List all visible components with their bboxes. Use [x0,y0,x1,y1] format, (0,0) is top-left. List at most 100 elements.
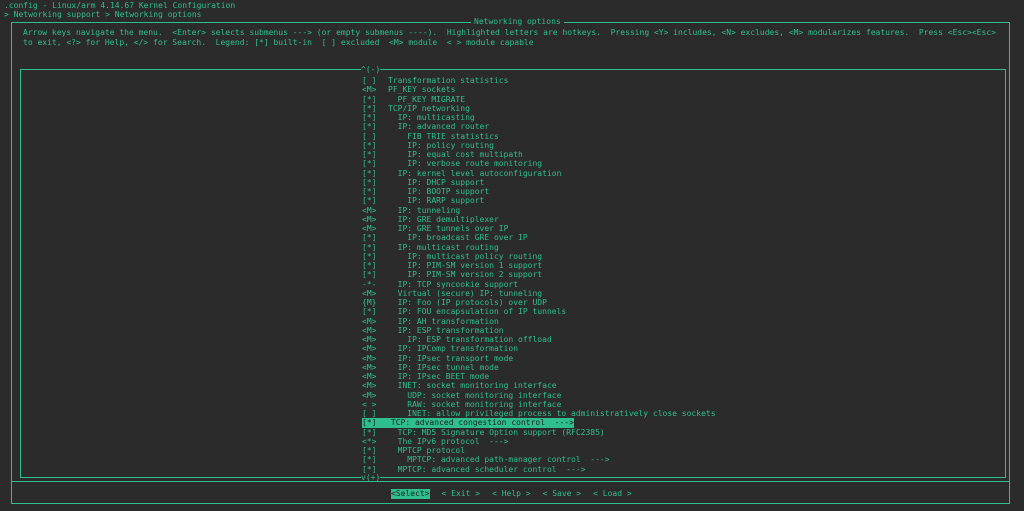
menu-item-state[interactable]: [*] [362,196,388,205]
exit-button[interactable]: < Exit > [442,489,481,499]
menu-item-state[interactable]: [*] [362,95,388,104]
menu-item-state[interactable]: <M> [362,391,388,400]
menu-item[interactable]: [*] IP: broadcast GRE over IP [362,233,1005,242]
menu-item-state[interactable]: [*] [362,455,388,464]
menu-item[interactable]: [*] TCP: MD5 Signature Option support (R… [362,428,1005,437]
menu-item[interactable]: [*] IP: equal cost multipath [362,150,1005,159]
menu-item[interactable]: [*] IP: multicast routing [362,243,1005,252]
menu-item-state[interactable]: <M> [362,381,388,390]
menu-item[interactable]: [*] IP: FOU encapsulation of IP tunnels [362,307,1005,316]
menu-item-state[interactable]: [ ] [362,132,388,141]
menu-item-state[interactable]: [*] [362,428,388,437]
menu-item-state[interactable]: <M> [362,372,388,381]
menu-item-state[interactable]: [*] [362,122,388,131]
menu-item[interactable]: [*] IP: verbose route monitoring [362,159,1005,168]
menu-item[interactable]: [ ] Transformation statistics [362,76,1005,85]
menu-item[interactable]: <M> IP: IPsec BEET mode [362,372,1005,381]
menu-item[interactable]: <M> IP: ESP transformation [362,326,1005,335]
menu-item-state[interactable]: [*] [362,307,388,316]
menu-item[interactable]: < > RAW: socket monitoring interface [362,400,1005,409]
menu-item-state[interactable]: [*] [362,252,388,261]
menu-item[interactable]: [*] IP: PIM-SM version 2 support [362,270,1005,279]
menu-item[interactable]: <M> PF_KEY sockets [362,85,1005,94]
menu-item-state[interactable]: <M> [362,344,388,353]
menu-item[interactable]: [*] IP: multicast policy routing [362,252,1005,261]
menu-item-state[interactable]: [*] [362,261,388,270]
menu-item-state[interactable]: <M> [362,85,388,94]
menu-item[interactable]: <M> IP: IPComp transformation [362,344,1005,353]
menu-item[interactable]: [*] TCP: advanced congestion control ---… [362,418,1005,428]
menu-item[interactable]: [ ] FIB TRIE statistics [362,132,1005,141]
menu-item-state[interactable]: <M> [362,215,388,224]
menu-item-state[interactable]: <M> [362,335,388,344]
menu-item-state[interactable]: [*] [362,418,377,428]
menu-item-state[interactable]: <M> [362,354,388,363]
menu-item[interactable]: <M> IP: IPsec tunnel mode [362,363,1005,372]
menu-item-state[interactable]: [*] [362,159,388,168]
menu-item-label: IP: BOOTP support [388,187,490,196]
menu-item-state[interactable]: [*] [362,446,388,455]
menu-item-state[interactable]: <*> [362,437,388,446]
menu-item-state[interactable]: {M} [362,298,388,307]
load-button[interactable]: < Load > [593,489,632,499]
menu-item-state[interactable]: <M> [362,206,388,215]
menu-item[interactable]: [*] IP: BOOTP support [362,187,1005,196]
menu-item[interactable]: [*] IP: RARP support [362,196,1005,205]
window-title: .config - Linux/arm 4.14.67 Kernel Confi… [4,1,236,10]
menu-item[interactable]: [ ] INET: allow privileged process to ad… [362,409,1005,418]
menu-item[interactable]: [*] MPTCP protocol [362,446,1005,455]
menu-item[interactable]: [*] IP: policy routing [362,141,1005,150]
menu-item[interactable]: -*- IP: TCP syncookie support [362,280,1005,289]
menu-item-label: IP: TCP syncookie support [388,279,519,289]
menu-item-label: MPTCP: advanced scheduler control ---> [388,464,586,474]
menu-item[interactable]: [*] MPTCP: advanced scheduler control --… [362,465,1005,474]
menu-item-state[interactable]: [*] [362,150,388,159]
menu-item[interactable]: <M> INET: socket monitoring interface [362,381,1005,390]
menu-item[interactable]: [*] IP: advanced router [362,122,1005,131]
help-button[interactable]: < Help > [492,489,531,499]
menu-item-state[interactable]: <M> [362,224,388,233]
menu-item[interactable]: [*] MPTCP: advanced path-manager control… [362,455,1005,464]
button-separator [12,481,1009,482]
menu-item[interactable]: [*] IP: kernel level autoconfiguration [362,169,1005,178]
menu-item-state[interactable]: -*- [362,280,388,289]
menu-item-state[interactable]: [*] [362,104,388,113]
menu-item-label: FIB TRIE statistics [388,131,499,141]
menu-item[interactable]: <M> IP: ESP transformation offload [362,335,1005,344]
menu-item[interactable]: [*] IP: multicasting [362,113,1005,122]
menu-item-label: IP: verbose route monitoring [388,159,543,169]
save-button[interactable]: < Save > [543,489,582,499]
menu-item-state[interactable]: < > [362,400,388,409]
menu-item-state[interactable]: <M> [362,326,388,335]
menu-item[interactable]: <M> IP: IPsec transport mode [362,354,1005,363]
menu-item[interactable]: <M> UDP: socket monitoring interface [362,391,1005,400]
menu-item-state[interactable]: <M> [362,289,388,298]
menu-item[interactable]: [*] TCP/IP networking [362,104,1005,113]
menu-item-state[interactable]: [*] [362,187,388,196]
menu-item-state[interactable]: [*] [362,113,388,122]
menu-item[interactable]: <M> Virtual (secure) IP: tunneling [362,289,1005,298]
menu-item-state[interactable]: [*] [362,141,388,150]
menu-item[interactable]: <M> IP: GRE demultiplexer [362,215,1005,224]
menu-item-state[interactable]: [*] [362,233,388,242]
menu-item-state[interactable]: [*] [362,270,388,279]
menu-item[interactable]: <M> IP: tunneling [362,206,1005,215]
menu-item-label: TCP: MD5 Signature Option support (RFC23… [388,427,605,437]
select-button[interactable]: <Select> [391,489,430,499]
menu-item[interactable]: [*] IP: PIM-SM version 1 support [362,261,1005,270]
menu-item-state[interactable]: [*] [362,243,388,252]
menu-item-state[interactable]: [ ] [362,76,388,85]
menu-item[interactable]: <M> IP: AH transformation [362,317,1005,326]
menu-item[interactable]: [*] PF_KEY MIGRATE [362,95,1005,104]
menu-item[interactable]: {M} IP: Foo (IP protocols) over UDP [362,298,1005,307]
scroll-up-indicator[interactable]: ^(-) [361,65,381,74]
menu-item-state[interactable]: <M> [362,363,388,372]
menu-item-state[interactable]: [*] [362,178,388,187]
menu-item-state[interactable]: [ ] [362,409,388,418]
menu-item-label: IP: kernel level autoconfiguration [388,168,562,178]
menu-item[interactable]: <M> IP: GRE tunnels over IP [362,224,1005,233]
menu-item[interactable]: [*] IP: DHCP support [362,178,1005,187]
menu-item-state[interactable]: <M> [362,317,388,326]
menu-item[interactable]: <*> The IPv6 protocol ---> [362,437,1005,446]
menu-item-state[interactable]: [*] [362,169,388,178]
